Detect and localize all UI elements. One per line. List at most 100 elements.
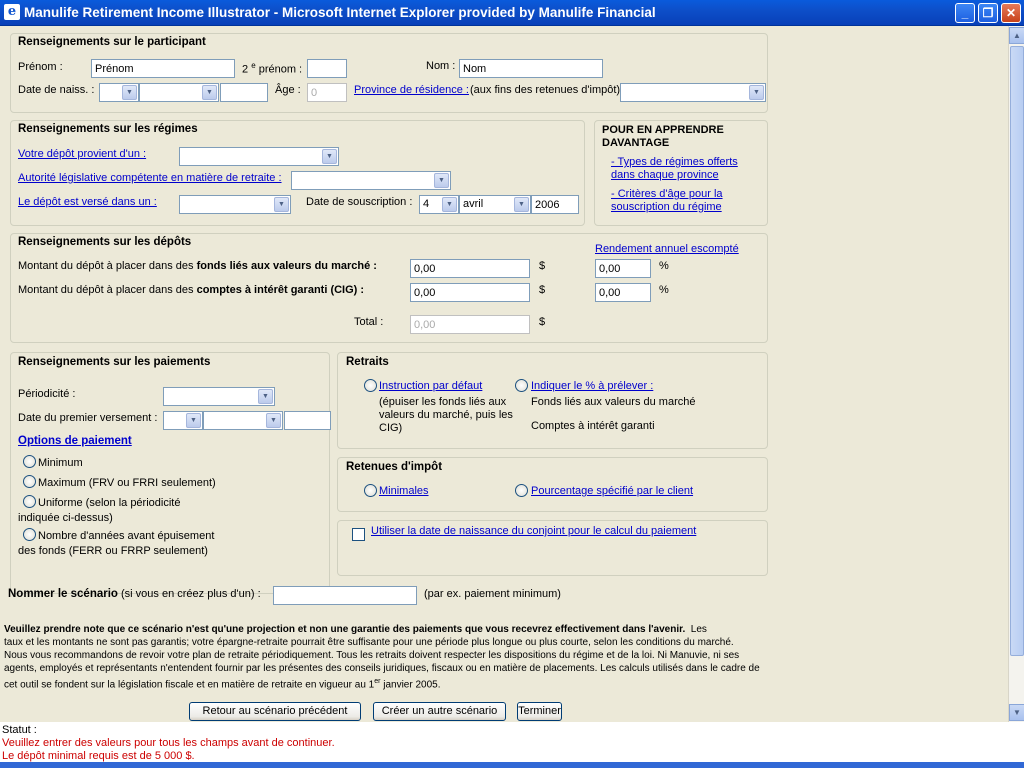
default-desc-1: (épuiser les fonds liés aux xyxy=(379,396,507,408)
scroll-down-icon[interactable]: ▼ xyxy=(1009,704,1024,721)
client-tax-radio[interactable] xyxy=(515,484,528,497)
default-desc-3: CIG) xyxy=(379,422,403,434)
dob-label: Date de naiss. : xyxy=(18,84,95,96)
authority-link[interactable]: Autorité législative compétente en matiè… xyxy=(18,172,282,184)
subscription-day-select[interactable]: 4 ▼ xyxy=(419,195,459,214)
subscription-month-select[interactable]: avril ▼ xyxy=(459,195,531,214)
previous-scenario-button[interactable]: Retour au scénario précédent xyxy=(189,702,361,721)
status-label: Statut : xyxy=(2,724,37,736)
minimal-tax-radio[interactable] xyxy=(364,484,377,497)
plan-types-link-2[interactable]: dans chaque province xyxy=(611,169,719,181)
scroll-thumb[interactable] xyxy=(1010,46,1024,656)
ie-icon: e xyxy=(4,4,20,20)
second-name-input[interactable] xyxy=(307,59,347,78)
disclaimer: Veuillez prendre note que ce scénario n'… xyxy=(4,624,760,691)
province-link[interactable]: Province de résidence : xyxy=(354,84,469,96)
deposit-in-select[interactable]: ▼ xyxy=(179,195,291,214)
scenario-name-input[interactable] xyxy=(273,586,417,605)
first-payment-year-input[interactable] xyxy=(284,411,331,430)
default-desc-2: valeurs du marché, puis les xyxy=(379,409,513,421)
gic-percent: % xyxy=(659,284,669,296)
plan-types-link-1[interactable]: - Types de régimes offerts xyxy=(611,156,738,168)
market-deposit-label: Montant du dépôt à placer dans des fonds… xyxy=(18,260,377,272)
payment-options-link[interactable]: Options de paiement xyxy=(18,435,132,447)
market-rate-input[interactable] xyxy=(595,259,651,278)
gic-accounts-label: Comptes à intérêt garanti xyxy=(531,420,655,432)
new-scenario-button[interactable]: Créer un autre scénario xyxy=(373,702,506,721)
age-criteria-link-1[interactable]: - Critères d'âge pour la xyxy=(611,188,723,200)
status-area: Statut : Veuillez entrer des valeurs pou… xyxy=(0,722,1024,762)
status-message-2: Le dépôt minimal requis est de 5 000 $. xyxy=(2,750,195,762)
option-years-radio[interactable] xyxy=(23,528,36,541)
dob-month-select[interactable]: ▼ xyxy=(139,83,219,102)
chevron-down-icon: ▼ xyxy=(186,413,201,428)
deposits-section: Renseignements sur les dépôts Rendement … xyxy=(10,233,768,343)
option-years-label-1: Nombre d'années avant épuisement xyxy=(38,530,215,542)
option-uniform-label-1: Uniforme (selon la périodicité xyxy=(38,497,181,509)
maximize-button[interactable]: ❐ xyxy=(978,3,998,23)
close-button[interactable]: ✕ xyxy=(1001,3,1021,23)
percent-withdrawal-link[interactable]: Indiquer le % à prélever : xyxy=(531,380,653,392)
option-years-label-2: des fonds (FERR ou FRRP seulement) xyxy=(18,545,208,557)
market-percent: % xyxy=(659,260,669,272)
default-instruction-radio[interactable] xyxy=(364,379,377,392)
vertical-scrollbar[interactable]: ▲ ▼ xyxy=(1008,26,1024,722)
total-currency: $ xyxy=(539,316,546,328)
gic-currency: $ xyxy=(539,284,546,296)
tax-heading: Retenues d'impôt xyxy=(346,461,443,473)
scroll-up-icon[interactable]: ▲ xyxy=(1009,27,1024,44)
deposit-in-link[interactable]: Le dépôt est versé dans un : xyxy=(18,196,157,208)
age-criteria-link-2[interactable]: souscription du régime xyxy=(611,201,722,213)
province-select[interactable]: ▼ xyxy=(620,83,766,102)
default-instruction-link[interactable]: Instruction par défaut xyxy=(379,380,482,392)
participant-heading: Renseignements sur le participant xyxy=(18,36,206,48)
page-content: Renseignements sur le participant Prénom… xyxy=(0,26,1008,722)
scenario-name-label: Nommer le scénario (si vous en créez plu… xyxy=(8,588,261,600)
chevron-down-icon: ▼ xyxy=(749,85,764,100)
tax-section: Retenues d'impôt Minimales Pourcentage s… xyxy=(337,457,768,512)
option-minimum-label: Minimum xyxy=(38,457,83,469)
first-payment-month-select[interactable]: ▼ xyxy=(203,411,283,430)
withdrawals-section: Retraits Instruction par défaut (épuiser… xyxy=(337,352,768,449)
chevron-down-icon: ▼ xyxy=(322,149,337,164)
yield-link[interactable]: Rendement annuel escompté xyxy=(595,243,739,255)
deposit-source-link[interactable]: Votre dépôt provient d'un : xyxy=(18,148,146,160)
lastname-input[interactable] xyxy=(459,59,603,78)
gic-rate-input[interactable] xyxy=(595,283,651,302)
dob-day-select[interactable]: ▼ xyxy=(99,83,139,102)
finish-button[interactable]: Terminer xyxy=(517,702,562,721)
option-minimum-radio[interactable] xyxy=(23,455,36,468)
taskbar-strip xyxy=(0,762,1024,768)
spouse-section: Utiliser la date de naissance du conjoin… xyxy=(337,520,768,576)
payments-heading: Renseignements sur les paiements xyxy=(18,356,211,368)
minimal-tax-link[interactable]: Minimales xyxy=(379,485,429,497)
option-uniform-label-2: indiquée ci-dessus) xyxy=(18,512,113,524)
gic-deposit-label: Montant du dépôt à placer dans des compt… xyxy=(18,284,365,296)
firstname-input[interactable] xyxy=(91,59,235,78)
gic-deposit-input[interactable] xyxy=(410,283,530,302)
status-message-1: Veuillez entrer des valeurs pour tous le… xyxy=(2,737,335,749)
minimize-button[interactable]: _ xyxy=(955,3,975,23)
market-deposit-input[interactable] xyxy=(410,259,530,278)
option-uniform-radio[interactable] xyxy=(23,495,36,508)
option-maximum-radio[interactable] xyxy=(23,475,36,488)
first-payment-day-select[interactable]: ▼ xyxy=(163,411,203,430)
second-name-label: 2 e prénom : xyxy=(242,61,303,76)
age-input xyxy=(307,83,347,102)
spouse-dob-checkbox[interactable] xyxy=(352,528,365,541)
total-input xyxy=(410,315,530,334)
client-tax-link[interactable]: Pourcentage spécifié par le client xyxy=(531,485,693,497)
lastname-label: Nom : xyxy=(426,60,456,72)
spouse-dob-link[interactable]: Utiliser la date de naissance du conjoin… xyxy=(371,525,696,537)
window-title-bar[interactable]: e Manulife Retirement Income Illustrator… xyxy=(0,0,1024,26)
learn-more-heading-2: DAVANTAGE xyxy=(602,137,670,149)
dob-year-input[interactable] xyxy=(220,83,268,102)
frequency-select[interactable]: ▼ xyxy=(163,387,275,406)
market-currency: $ xyxy=(539,260,546,272)
authority-select[interactable]: ▼ xyxy=(291,171,451,190)
subscription-year-input[interactable] xyxy=(531,195,579,214)
deposit-source-select[interactable]: ▼ xyxy=(179,147,339,166)
market-funds-label: Fonds liés aux valeurs du marché xyxy=(531,396,696,408)
percent-withdrawal-radio[interactable] xyxy=(515,379,528,392)
learn-more-heading-1: POUR EN APPRENDRE xyxy=(602,124,724,136)
